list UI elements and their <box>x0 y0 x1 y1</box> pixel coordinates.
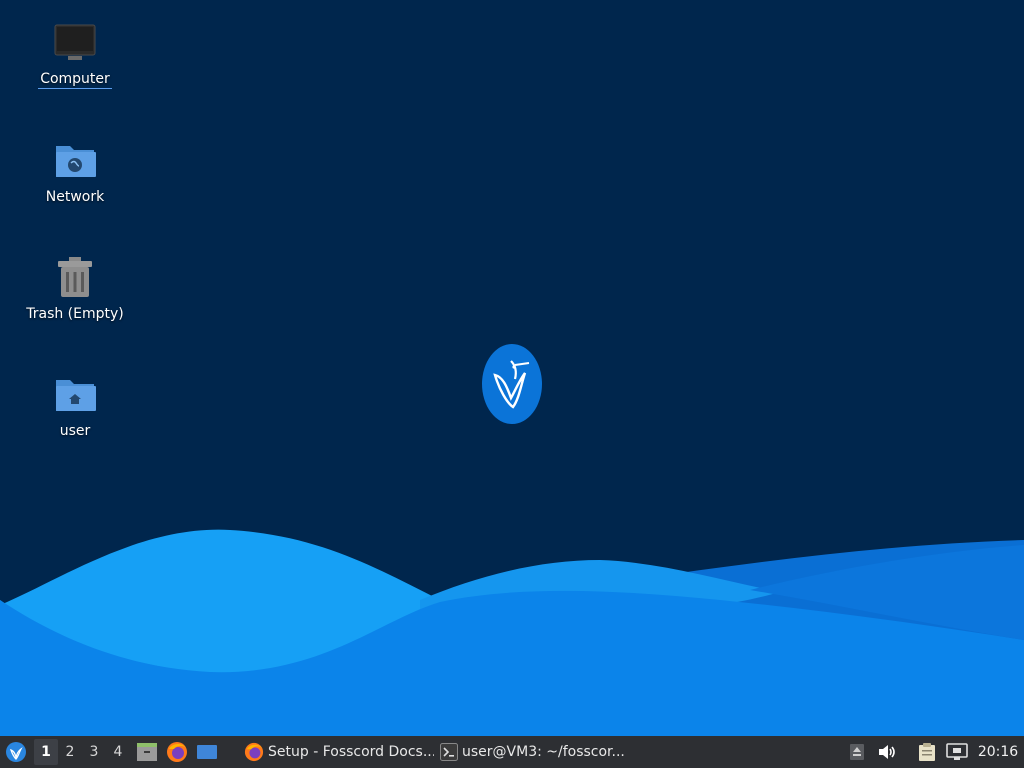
eject-button[interactable] <box>842 736 872 768</box>
desktop-icon-user-home[interactable]: user <box>20 370 130 440</box>
workspace-1-button[interactable]: 1 <box>34 739 58 765</box>
desktop-icon-network[interactable]: Network <box>20 136 130 206</box>
clipboard-icon <box>919 743 935 761</box>
eject-icon <box>850 744 864 760</box>
task-label: user@VM3: ~/fosscor... <box>462 744 625 760</box>
hummingbird-logo-icon <box>481 343 543 425</box>
desktop[interactable]: Computer Network Trash (Empty) user <box>0 0 1024 736</box>
show-desktop-icon <box>197 745 217 759</box>
workspace-4-button[interactable]: 4 <box>106 736 130 768</box>
taskbar-panel: 1 2 3 4 Setup - Fosscord Docs... user@VM… <box>0 736 1024 768</box>
desktop-icon-label: Trash (Empty) <box>26 306 124 322</box>
file-manager-icon <box>137 743 157 761</box>
workspace-3-button[interactable]: 3 <box>82 736 106 768</box>
clipboard-button[interactable] <box>912 736 942 768</box>
taskbar-window-terminal[interactable]: user@VM3: ~/fosscor... <box>434 736 634 768</box>
show-desktop-button[interactable] <box>192 736 222 768</box>
task-label: Setup - Fosscord Docs... <box>268 744 434 760</box>
trash-icon <box>51 253 99 301</box>
file-manager-launcher[interactable] <box>132 736 162 768</box>
desktop-icon-label: Computer <box>38 71 112 89</box>
terminal-icon <box>440 743 458 761</box>
whisker-menu-icon <box>6 742 26 762</box>
home-folder-icon <box>51 370 99 418</box>
firefox-launcher[interactable] <box>162 736 192 768</box>
workspace-2-button[interactable]: 2 <box>58 736 82 768</box>
clock[interactable]: 20:16 <box>972 744 1024 760</box>
firefox-icon <box>244 742 264 762</box>
desktop-icon-trash[interactable]: Trash (Empty) <box>20 253 130 323</box>
desktop-icon-computer[interactable]: Computer <box>20 18 130 89</box>
desktop-icon-label: user <box>59 423 91 439</box>
firefox-icon <box>167 742 187 762</box>
network-folder-icon <box>51 136 99 184</box>
network-button[interactable] <box>942 736 972 768</box>
computer-icon <box>51 18 99 66</box>
desktop-icon-label: Network <box>45 189 105 205</box>
system-tray: 20:16 <box>842 736 1024 768</box>
volume-icon <box>879 745 895 759</box>
network-wired-icon <box>946 743 968 760</box>
whisker-menu-button[interactable] <box>0 736 32 768</box>
taskbar-window-firefox[interactable]: Setup - Fosscord Docs... <box>238 736 434 768</box>
volume-button[interactable] <box>872 736 902 768</box>
